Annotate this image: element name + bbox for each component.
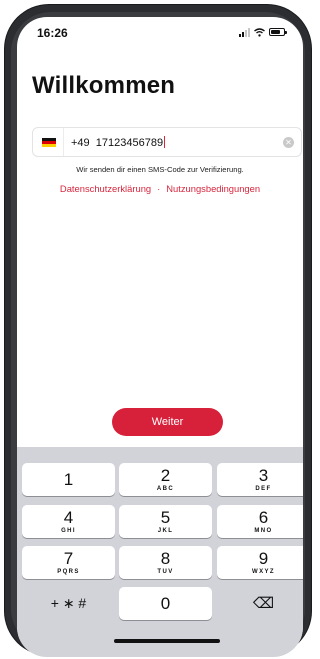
key-letters: TUV bbox=[157, 569, 174, 575]
delete-icon[interactable]: ⌫ bbox=[217, 587, 303, 620]
text-cursor bbox=[164, 136, 166, 148]
key-4[interactable]: 4 GHI bbox=[22, 505, 115, 538]
key-digit: 2 bbox=[160, 466, 171, 485]
key-letters: GHI bbox=[61, 528, 76, 534]
status-icons bbox=[239, 27, 287, 37]
status-time: 16:26 bbox=[37, 26, 68, 40]
key-8[interactable]: 8 TUV bbox=[119, 546, 212, 579]
continue-button[interactable]: Weiter bbox=[112, 408, 223, 436]
sms-hint: Wir senden dir einen SMS-Code zur Verifi… bbox=[76, 165, 244, 174]
key-1[interactable]: 1 bbox=[22, 463, 115, 496]
phone-screen: 16:26 Willkommen +49 17123456789 ✕ Wir s… bbox=[17, 17, 303, 657]
germany-flag-icon[interactable] bbox=[42, 138, 56, 147]
privacy-link[interactable]: Datenschutzerklärung bbox=[60, 183, 151, 194]
phone-number-value[interactable]: +49 17123456789 bbox=[71, 136, 166, 149]
key-digit: 0 bbox=[160, 594, 171, 613]
key-5[interactable]: 5 JKL bbox=[119, 505, 212, 538]
wifi-icon bbox=[254, 27, 265, 37]
home-indicator[interactable] bbox=[114, 639, 220, 643]
key-digit: 5 bbox=[160, 508, 171, 527]
key-digit: 8 bbox=[160, 549, 171, 568]
key-digit: 9 bbox=[258, 549, 269, 568]
symbols-key[interactable]: + ∗ # bbox=[22, 587, 115, 620]
link-separator: · bbox=[157, 183, 161, 194]
key-3[interactable]: 3 DEF bbox=[217, 463, 303, 496]
key-9[interactable]: 9 WXYZ bbox=[217, 546, 303, 579]
key-letters: WXYZ bbox=[252, 569, 275, 575]
key-digit: 1 bbox=[63, 470, 74, 489]
phone-input[interactable]: +49 17123456789 ✕ bbox=[32, 127, 302, 157]
legal-links: Datenschutzerklärung · Nutzungsbedingungen bbox=[17, 183, 303, 194]
key-letters: ABC bbox=[156, 486, 175, 492]
numeric-keypad: 1 2 ABC 3 DEF 4 GHI 5 JKL 6 MNO 7 PQRS 8… bbox=[17, 447, 303, 657]
status-bar: 16:26 bbox=[17, 17, 303, 47]
clear-input-icon[interactable]: ✕ bbox=[283, 137, 294, 148]
key-6[interactable]: 6 MNO bbox=[217, 505, 303, 538]
country-code: +49 bbox=[71, 137, 90, 149]
key-0[interactable]: 0 bbox=[119, 587, 212, 620]
key-digit: 3 bbox=[258, 466, 269, 485]
page-title: Willkommen bbox=[32, 72, 176, 99]
key-digit: 6 bbox=[258, 508, 269, 527]
terms-link[interactable]: Nutzungsbedingungen bbox=[166, 183, 260, 194]
phone-number: 17123456789 bbox=[95, 137, 164, 149]
key-letters: DEF bbox=[255, 486, 272, 492]
key-7[interactable]: 7 PQRS bbox=[22, 546, 115, 579]
signal-icon bbox=[239, 27, 250, 37]
key-letters: MNO bbox=[254, 528, 273, 534]
key-letters: JKL bbox=[157, 528, 174, 534]
key-digit: 4 bbox=[63, 508, 74, 527]
key-digit: 7 bbox=[63, 549, 74, 568]
key-2[interactable]: 2 ABC bbox=[119, 463, 212, 496]
field-divider bbox=[63, 128, 64, 156]
battery-icon bbox=[269, 28, 287, 36]
key-letters: PQRS bbox=[57, 569, 80, 575]
